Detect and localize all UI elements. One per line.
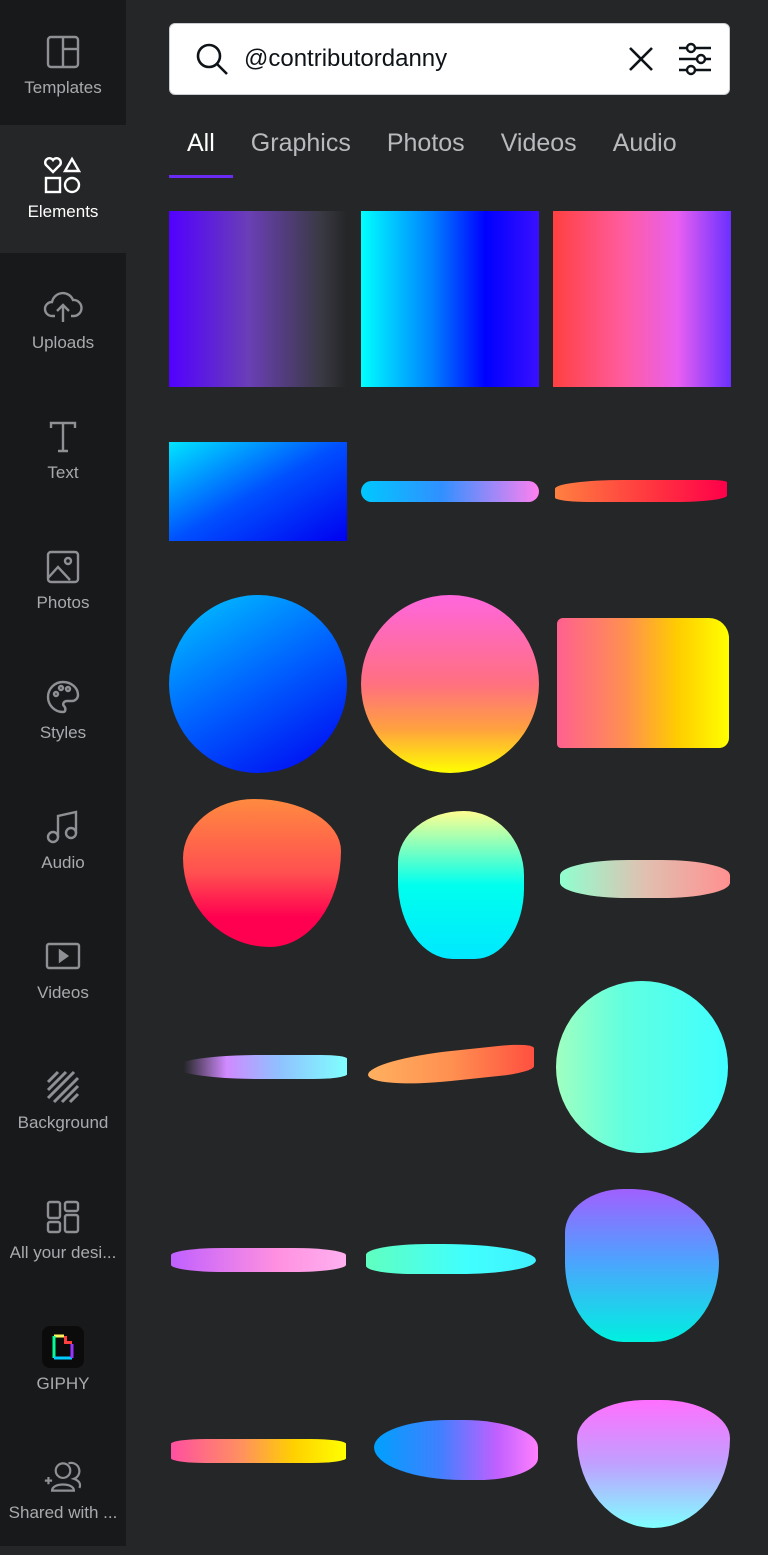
sidebar: Templates Elements Uploads Text Photos S…: [0, 0, 126, 1546]
brush-stroke-purple-pink[interactable]: [171, 1248, 346, 1272]
sidebar-item-styles[interactable]: Styles: [0, 645, 126, 775]
tab-all[interactable]: All: [169, 125, 233, 178]
video-icon: [43, 937, 83, 977]
sidebar-item-label: Photos: [36, 593, 90, 612]
sidebar-item-templates[interactable]: Templates: [0, 0, 126, 130]
brush-stroke-purple-cyan[interactable]: [175, 1055, 347, 1079]
tab-photos[interactable]: Photos: [369, 125, 483, 178]
upload-cloud-icon: [43, 287, 83, 327]
grid-layout-icon: [43, 1197, 83, 1237]
brush-stroke-orange-red[interactable]: [555, 480, 727, 502]
clear-icon[interactable]: [627, 45, 655, 73]
tab-videos[interactable]: Videos: [483, 125, 595, 178]
content-tabs: All Graphics Photos Videos Audio: [169, 125, 695, 178]
sidebar-item-label: Audio: [41, 853, 85, 872]
brush-circle-mint-cyan[interactable]: [556, 981, 728, 1153]
sidebar-item-label: Elements: [27, 202, 99, 221]
palette-icon: [43, 677, 83, 717]
gradient-cyan-blue-rectangle[interactable]: [169, 442, 347, 541]
brush-stroke-orange[interactable]: [368, 1042, 534, 1090]
giphy-icon: [42, 1326, 84, 1368]
tab-audio[interactable]: Audio: [595, 125, 695, 178]
tab-graphics[interactable]: Graphics: [233, 125, 369, 178]
filter-icon[interactable]: [677, 42, 713, 76]
gradient-blue-circle[interactable]: [169, 595, 347, 773]
sidebar-item-all-your-designs[interactable]: All your desi...: [0, 1165, 126, 1295]
sidebar-item-shared-with-you[interactable]: Shared with ...: [0, 1425, 126, 1555]
sidebar-item-background[interactable]: Background: [0, 1035, 126, 1165]
search-bar: [169, 23, 730, 95]
gradient-purple-square[interactable]: [169, 211, 347, 387]
sidebar-item-label: Videos: [37, 983, 89, 1002]
templates-icon: [43, 32, 83, 72]
text-icon: [43, 417, 83, 457]
gradient-cyan-blue-square[interactable]: [361, 211, 539, 387]
sidebar-item-label: Uploads: [31, 333, 95, 352]
elements-icon: [43, 156, 83, 196]
heart-blob-pink-cyan[interactable]: [577, 1400, 730, 1528]
sidebar-item-label: GIPHY: [36, 1374, 90, 1393]
sidebar-item-label: Templates: [24, 78, 102, 97]
sidebar-item-audio[interactable]: Audio: [0, 775, 126, 905]
sidebar-item-uploads[interactable]: Uploads: [0, 255, 126, 385]
sidebar-item-label: All your desi...: [9, 1243, 117, 1262]
brush-stroke-pink-yellow[interactable]: [171, 1439, 346, 1463]
sidebar-item-label: Shared with ...: [8, 1503, 118, 1522]
blob-purple-cyan[interactable]: [565, 1189, 719, 1342]
brush-paint-pink-yellow[interactable]: [557, 618, 729, 748]
photo-icon: [43, 547, 83, 587]
brush-stroke-cyan[interactable]: [366, 1244, 536, 1274]
gradient-pink-yellow-circle[interactable]: [361, 595, 539, 773]
music-note-icon: [43, 807, 83, 847]
search-input[interactable]: [244, 45, 627, 73]
sidebar-item-photos[interactable]: Photos: [0, 515, 126, 645]
sidebar-item-videos[interactable]: Videos: [0, 905, 126, 1035]
sidebar-item-giphy[interactable]: GIPHY: [0, 1295, 126, 1425]
sidebar-item-label: Background: [17, 1113, 109, 1132]
sidebar-item-label: Styles: [39, 723, 87, 742]
background-stripes-icon: [43, 1067, 83, 1107]
sidebar-item-elements[interactable]: Elements: [0, 125, 126, 253]
gradient-red-purple-square[interactable]: [553, 211, 731, 387]
shared-users-icon: [43, 1457, 83, 1497]
brush-wave-blue-pink[interactable]: [374, 1420, 538, 1480]
search-icon[interactable]: [194, 41, 230, 77]
blob-orange-red[interactable]: [183, 799, 341, 947]
sidebar-item-label: Text: [47, 463, 79, 482]
blob-yellow-cyan[interactable]: [398, 811, 524, 959]
sidebar-item-text[interactable]: Text: [0, 385, 126, 515]
gradient-line-bar[interactable]: [361, 481, 539, 502]
brush-stroke-mint-pink[interactable]: [560, 860, 730, 898]
